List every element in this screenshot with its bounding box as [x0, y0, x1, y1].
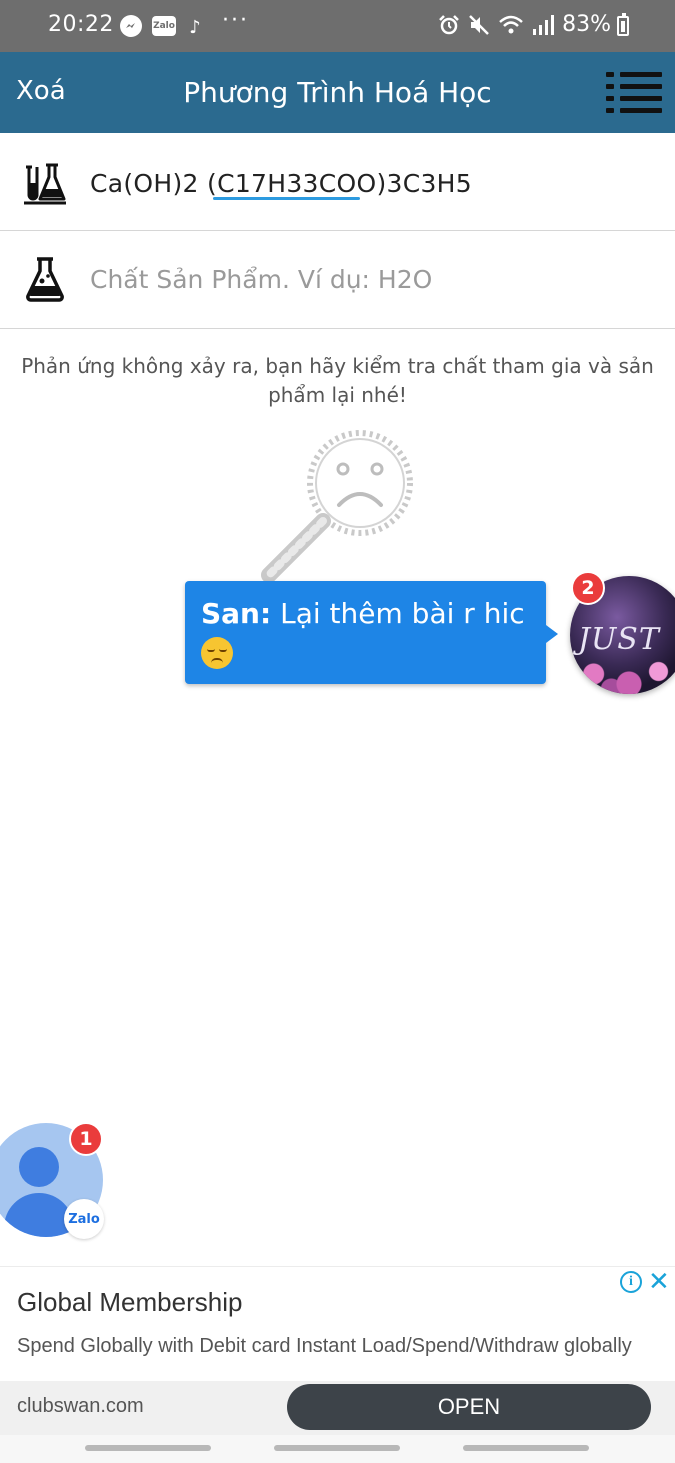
- recents-nav-button[interactable]: [85, 1445, 211, 1451]
- ad-description: Spend Globally with Debit card Instant L…: [17, 1335, 632, 1357]
- status-right-group: 83%: [438, 12, 611, 37]
- reactants-row[interactable]: Ca(OH)2 (C17H33COO)3C3H5: [0, 133, 675, 231]
- tiktok-icon: ♪: [189, 16, 201, 38]
- ad-banner[interactable]: Global Membership Spend Globally with De…: [0, 1266, 675, 1436]
- system-nav-bar: [0, 1435, 675, 1463]
- ad-title[interactable]: Global Membership: [17, 1287, 242, 1318]
- back-nav-button[interactable]: [463, 1445, 589, 1451]
- products-row[interactable]: [0, 231, 675, 329]
- battery-icon: [617, 13, 629, 36]
- no-reaction-message: Phản ứng không xảy ra, bạn hãy kiểm tra …: [21, 354, 654, 407]
- battery-percent: 83%: [562, 12, 611, 37]
- flask-icon: [26, 257, 64, 302]
- zalo-badge: 1: [69, 1122, 103, 1156]
- avatar-flowers: [570, 644, 675, 694]
- test-tubes-icon: [24, 163, 66, 205]
- mute-icon: [469, 14, 489, 35]
- products-input[interactable]: [90, 231, 660, 328]
- spellcheck-underline: [213, 197, 360, 200]
- signal-icon: [533, 14, 555, 35]
- sad-magnifier-icon: [261, 430, 413, 583]
- page-title: Phương Trình Hoá Học: [183, 76, 492, 109]
- ad-footer: clubswan.com OPEN: [0, 1381, 675, 1436]
- wifi-icon: [499, 15, 523, 33]
- reactants-input[interactable]: Ca(OH)2 (C17H33COO)3C3H5: [90, 169, 472, 198]
- app-bar: Xoá Phương Trình Hoá Học: [0, 52, 675, 133]
- status-time: 20:22: [48, 12, 114, 37]
- disappointed-face-icon: [201, 637, 233, 669]
- chat-head-badge: 2: [571, 571, 605, 605]
- home-nav-button[interactable]: [274, 1445, 400, 1451]
- status-bar: 20:22 Zalo ♪ ··· 83%: [0, 0, 675, 52]
- more-dots-icon: ···: [222, 7, 249, 33]
- chat-text: Lại thêm bài r hic: [280, 597, 525, 630]
- chat-sender: San:: [201, 597, 272, 630]
- zalo-icon: Zalo: [152, 16, 176, 36]
- messenger-icon: [120, 15, 142, 37]
- ad-close-icon[interactable]: ✕: [648, 1267, 670, 1297]
- ad-domain: clubswan.com: [17, 1395, 144, 1417]
- chat-message-bubble[interactable]: San: Lại thêm bài r hic: [185, 581, 558, 684]
- ad-open-button[interactable]: OPEN: [287, 1384, 651, 1430]
- alarm-icon: [439, 14, 459, 34]
- zalo-label-icon: Zalo: [64, 1199, 104, 1239]
- person-icon: [19, 1147, 59, 1187]
- menu-icon[interactable]: [606, 72, 662, 114]
- ad-info-icon[interactable]: i: [620, 1271, 642, 1293]
